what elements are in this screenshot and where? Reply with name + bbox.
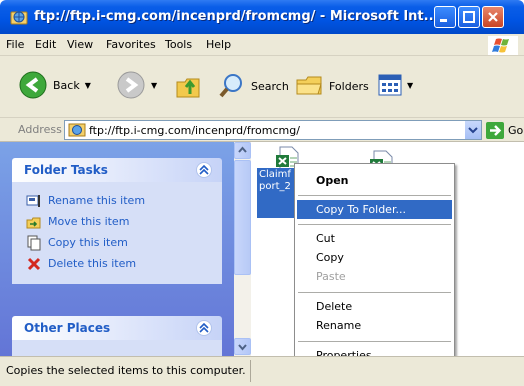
- address-bar: Address ftp://ftp.i-cmg.com/incenprd/fro…: [0, 118, 524, 142]
- menu-open[interactable]: Open: [297, 171, 452, 190]
- task-delete-item[interactable]: Delete this item: [12, 253, 222, 274]
- other-places-header[interactable]: Other Places: [12, 316, 222, 340]
- status-divider: [250, 360, 251, 382]
- close-button[interactable]: [482, 6, 504, 28]
- menu-tools[interactable]: Tools: [165, 38, 192, 51]
- windows-logo-icon: [488, 36, 518, 55]
- menu-separator: [298, 292, 451, 293]
- address-dropdown-button[interactable]: [464, 121, 481, 139]
- go-arrow-icon: [486, 122, 504, 139]
- chevron-down-icon: ▼: [407, 80, 414, 90]
- other-places-panel: Other Places: [12, 316, 222, 356]
- menu-bar: File Edit View Favorites Tools Help: [0, 34, 524, 56]
- folders-icon: [296, 76, 322, 95]
- context-menu: Open Copy To Folder... Cut Copy Paste De…: [294, 163, 455, 371]
- collapse-toggle[interactable]: [196, 162, 212, 178]
- status-bar: Copies the selected items to this comput…: [0, 356, 524, 386]
- task-pane: Folder Tasks Rename this item Move this …: [0, 142, 234, 356]
- rename-icon: [26, 194, 40, 207]
- scroll-thumb[interactable]: [234, 160, 251, 275]
- move-icon: [26, 217, 41, 228]
- views-icon: [378, 74, 402, 96]
- collapse-toggle[interactable]: [196, 320, 212, 336]
- minimize-icon: [440, 19, 447, 22]
- up-folder-button[interactable]: [174, 72, 202, 100]
- back-button[interactable]: Back ▼: [18, 70, 91, 100]
- task-copy-item[interactable]: Copy this item: [12, 232, 222, 253]
- task-pane-scrollbar[interactable]: [234, 142, 251, 356]
- forward-button[interactable]: ▼: [116, 70, 157, 100]
- ftp-folder-icon: [10, 11, 28, 25]
- menu-separator: [298, 195, 451, 196]
- menu-separator: [298, 224, 451, 225]
- status-text: Copies the selected items to this comput…: [6, 364, 246, 377]
- window-title: ftp://ftp.i-cmg.com/incenprd/fromcmg/ - …: [34, 9, 439, 24]
- menu-delete[interactable]: Delete: [297, 297, 452, 316]
- copy-icon: [27, 235, 41, 250]
- menu-help[interactable]: Help: [206, 38, 231, 51]
- menu-view[interactable]: View: [67, 38, 93, 51]
- address-label: Address: [18, 123, 62, 136]
- chevron-down-icon: ▼: [151, 80, 158, 90]
- close-icon: [488, 12, 498, 22]
- other-places-title: Other Places: [24, 321, 111, 335]
- forward-arrow-icon: [117, 71, 145, 99]
- go-button[interactable]: Go: [486, 122, 523, 139]
- search-icon: [219, 74, 242, 98]
- menu-copy[interactable]: Copy: [297, 248, 452, 267]
- arrow-up-icon: [238, 146, 247, 153]
- folder-tasks-body: Rename this item Move this item Copy thi…: [12, 182, 222, 284]
- delete-icon: [27, 257, 41, 270]
- folder-tasks-title: Folder Tasks: [24, 163, 108, 177]
- folder-tasks-panel: Folder Tasks Rename this item Move this …: [12, 158, 222, 284]
- views-button[interactable]: ▼: [378, 74, 413, 96]
- task-move-item[interactable]: Move this item: [12, 211, 222, 232]
- chevron-double-up-icon: [199, 323, 209, 333]
- address-url: ftp://ftp.i-cmg.com/incenprd/fromcmg/: [89, 124, 300, 137]
- arrow-down-icon: [238, 344, 247, 351]
- menu-paste: Paste: [316, 270, 346, 283]
- menu-copy-to-folder[interactable]: Copy To Folder...: [297, 200, 452, 219]
- folders-button[interactable]: Folders: [294, 72, 369, 100]
- maximize-button[interactable]: [458, 6, 480, 28]
- menu-cut[interactable]: Cut: [297, 229, 452, 248]
- back-arrow-icon: [19, 71, 47, 99]
- address-field[interactable]: ftp://ftp.i-cmg.com/incenprd/fromcmg/: [64, 120, 482, 140]
- other-places-body: [12, 340, 222, 356]
- ftp-globe-icon: [68, 123, 86, 137]
- menu-favorites[interactable]: Favorites: [106, 38, 156, 51]
- scroll-down-button[interactable]: [234, 338, 251, 355]
- maximize-icon: [463, 11, 475, 23]
- scroll-up-button[interactable]: [234, 142, 251, 159]
- up-folder-icon: [176, 78, 200, 98]
- folder-tasks-header[interactable]: Folder Tasks: [12, 158, 222, 182]
- chevron-double-up-icon: [199, 165, 209, 175]
- menu-edit[interactable]: Edit: [35, 38, 56, 51]
- search-button[interactable]: Search: [218, 72, 289, 100]
- menu-separator: [298, 341, 451, 342]
- chevron-down-icon: [468, 127, 478, 134]
- chevron-down-icon: ▼: [84, 80, 91, 90]
- menu-file[interactable]: File: [6, 38, 24, 51]
- task-rename-item[interactable]: Rename this item: [12, 190, 222, 211]
- minimize-button[interactable]: [434, 6, 456, 28]
- title-bar[interactable]: ftp://ftp.i-cmg.com/incenprd/fromcmg/ - …: [0, 0, 524, 34]
- menu-rename[interactable]: Rename: [297, 316, 452, 335]
- toolbar: Back ▼ ▼ Search Folders ▼: [0, 56, 524, 118]
